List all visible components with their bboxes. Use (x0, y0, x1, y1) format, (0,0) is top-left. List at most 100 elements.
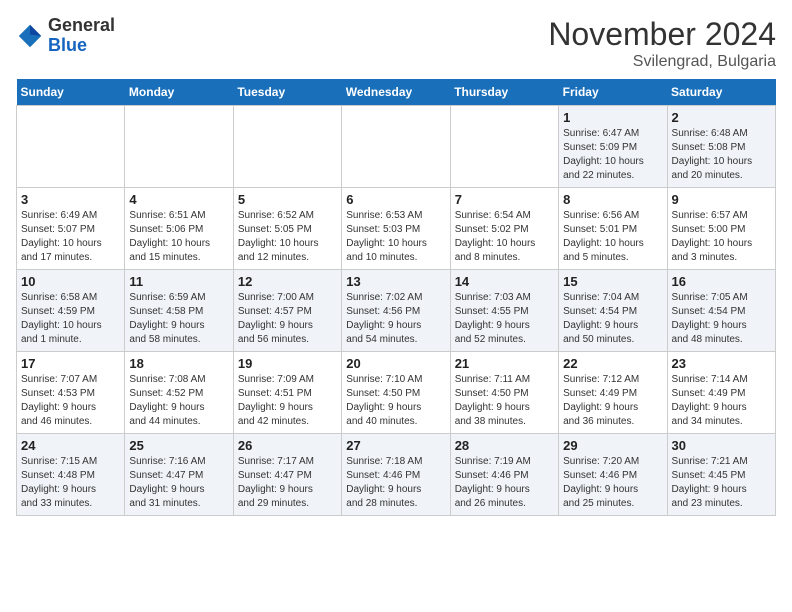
calendar-cell: 20Sunrise: 7:10 AM Sunset: 4:50 PM Dayli… (342, 352, 450, 434)
day-number: 20 (346, 356, 445, 371)
day-info: Sunrise: 7:05 AM Sunset: 4:54 PM Dayligh… (672, 291, 771, 347)
calendar-cell (342, 106, 450, 188)
calendar-cell (233, 106, 341, 188)
day-number: 23 (672, 356, 771, 371)
logo-text: General Blue (48, 16, 115, 56)
calendar-cell: 19Sunrise: 7:09 AM Sunset: 4:51 PM Dayli… (233, 352, 341, 434)
day-info: Sunrise: 6:54 AM Sunset: 5:02 PM Dayligh… (455, 209, 554, 265)
day-info: Sunrise: 7:21 AM Sunset: 4:45 PM Dayligh… (672, 455, 771, 511)
calendar-cell: 17 Sunrise: 7:07 AM Sunset: 4:53 PM Dayli… (17, 352, 125, 434)
calendar-cell: 4 Sunrise: 6:51 AM Sunset: 5:06 PM Daylig… (125, 188, 233, 270)
calendar-cell: 28 Sunrise: 7:19 AM Sunset: 4:46 PM Dayli… (450, 434, 558, 516)
calendar-week-1: 3 Sunrise: 6:49 AM Sunset: 5:07 PM Daylig… (17, 188, 776, 270)
day-info: Sunrise: 6:52 AM Sunset: 5:05 PM Dayligh… (238, 209, 337, 265)
calendar-cell: 29 Sunrise: 7:20 AM Sunset: 4:46 PM Dayli… (559, 434, 667, 516)
weekday-header-wednesday: Wednesday (342, 79, 450, 106)
day-number: 14 (455, 274, 554, 289)
day-number: 7 (455, 192, 554, 207)
day-number: 18 (129, 356, 228, 371)
calendar-cell: 30 Sunrise: 7:21 AM Sunset: 4:45 PM Dayli… (667, 434, 775, 516)
calendar-cell: 24 Sunrise: 7:15 AM Sunset: 4:48 PM Dayli… (17, 434, 125, 516)
calendar-cell: 7 Sunrise: 6:54 AM Sunset: 5:02 PM Daylig… (450, 188, 558, 270)
day-info: Sunrise: 7:00 AM Sunset: 4:57 PM Dayligh… (238, 291, 337, 347)
day-number: 8 (563, 192, 662, 207)
calendar-week-0: 1Sunrise: 6:47 AM Sunset: 5:09 PM Daylig… (17, 106, 776, 188)
day-number: 28 (455, 438, 554, 453)
day-info: Sunrise: 6:48 AM Sunset: 5:08 PM Dayligh… (672, 127, 771, 183)
calendar-cell: 16Sunrise: 7:05 AM Sunset: 4:54 PM Dayli… (667, 270, 775, 352)
calendar-cell: 1Sunrise: 6:47 AM Sunset: 5:09 PM Daylig… (559, 106, 667, 188)
day-info: Sunrise: 7:19 AM Sunset: 4:46 PM Dayligh… (455, 455, 554, 511)
day-number: 27 (346, 438, 445, 453)
calendar-cell: 15Sunrise: 7:04 AM Sunset: 4:54 PM Dayli… (559, 270, 667, 352)
calendar-week-3: 17 Sunrise: 7:07 AM Sunset: 4:53 PM Dayli… (17, 352, 776, 434)
logo-blue: Blue (48, 36, 115, 56)
day-info: Sunrise: 6:58 AM Sunset: 4:59 PM Dayligh… (21, 291, 120, 347)
calendar-body: 1Sunrise: 6:47 AM Sunset: 5:09 PM Daylig… (17, 106, 776, 516)
day-number: 3 (21, 192, 120, 207)
day-number: 26 (238, 438, 337, 453)
calendar-header: SundayMondayTuesdayWednesdayThursdayFrid… (17, 79, 776, 106)
calendar-cell: 2 Sunrise: 6:48 AM Sunset: 5:08 PM Daylig… (667, 106, 775, 188)
calendar-cell: 6Sunrise: 6:53 AM Sunset: 5:03 PM Daylig… (342, 188, 450, 270)
calendar-cell: 3 Sunrise: 6:49 AM Sunset: 5:07 PM Daylig… (17, 188, 125, 270)
day-number: 11 (129, 274, 228, 289)
weekday-header-tuesday: Tuesday (233, 79, 341, 106)
day-info: Sunrise: 6:57 AM Sunset: 5:00 PM Dayligh… (672, 209, 771, 265)
day-number: 10 (21, 274, 120, 289)
logo-icon (16, 22, 44, 50)
calendar-cell (450, 106, 558, 188)
day-info: Sunrise: 7:18 AM Sunset: 4:46 PM Dayligh… (346, 455, 445, 511)
calendar-table: SundayMondayTuesdayWednesdayThursdayFrid… (16, 79, 776, 516)
day-number: 25 (129, 438, 228, 453)
calendar-cell: 25 Sunrise: 7:16 AM Sunset: 4:47 PM Dayli… (125, 434, 233, 516)
calendar-cell (17, 106, 125, 188)
day-number: 5 (238, 192, 337, 207)
weekday-header-row: SundayMondayTuesdayWednesdayThursdayFrid… (17, 79, 776, 106)
day-info: Sunrise: 6:49 AM Sunset: 5:07 PM Dayligh… (21, 209, 120, 265)
calendar-cell: 12Sunrise: 7:00 AM Sunset: 4:57 PM Dayli… (233, 270, 341, 352)
day-info: Sunrise: 7:09 AM Sunset: 4:51 PM Dayligh… (238, 373, 337, 429)
day-info: Sunrise: 6:51 AM Sunset: 5:06 PM Dayligh… (129, 209, 228, 265)
day-number: 29 (563, 438, 662, 453)
location-subtitle: Svilengrad, Bulgaria (548, 53, 776, 71)
day-number: 4 (129, 192, 228, 207)
day-info: Sunrise: 7:03 AM Sunset: 4:55 PM Dayligh… (455, 291, 554, 347)
weekday-header-thursday: Thursday (450, 79, 558, 106)
weekday-header-friday: Friday (559, 79, 667, 106)
day-number: 13 (346, 274, 445, 289)
day-number: 1 (563, 110, 662, 125)
calendar-cell: 27 Sunrise: 7:18 AM Sunset: 4:46 PM Dayli… (342, 434, 450, 516)
day-info: Sunrise: 7:11 AM Sunset: 4:50 PM Dayligh… (455, 373, 554, 429)
calendar-cell: 18Sunrise: 7:08 AM Sunset: 4:52 PM Dayli… (125, 352, 233, 434)
logo-general: General (48, 16, 115, 36)
day-number: 2 (672, 110, 771, 125)
calendar-cell: 5 Sunrise: 6:52 AM Sunset: 5:05 PM Daylig… (233, 188, 341, 270)
day-info: Sunrise: 6:56 AM Sunset: 5:01 PM Dayligh… (563, 209, 662, 265)
day-info: Sunrise: 7:07 AM Sunset: 4:53 PM Dayligh… (21, 373, 120, 429)
day-number: 30 (672, 438, 771, 453)
calendar-week-4: 24 Sunrise: 7:15 AM Sunset: 4:48 PM Dayli… (17, 434, 776, 516)
calendar-cell: 23Sunrise: 7:14 AM Sunset: 4:49 PM Dayli… (667, 352, 775, 434)
day-info: Sunrise: 7:16 AM Sunset: 4:47 PM Dayligh… (129, 455, 228, 511)
day-number: 15 (563, 274, 662, 289)
calendar-cell: 21Sunrise: 7:11 AM Sunset: 4:50 PM Dayli… (450, 352, 558, 434)
calendar-cell: 14 Sunrise: 7:03 AM Sunset: 4:55 PM Dayli… (450, 270, 558, 352)
day-info: Sunrise: 6:59 AM Sunset: 4:58 PM Dayligh… (129, 291, 228, 347)
day-number: 24 (21, 438, 120, 453)
calendar-week-2: 10 Sunrise: 6:58 AM Sunset: 4:59 PM Dayli… (17, 270, 776, 352)
weekday-header-sunday: Sunday (17, 79, 125, 106)
calendar-cell: 9Sunrise: 6:57 AM Sunset: 5:00 PM Daylig… (667, 188, 775, 270)
day-info: Sunrise: 7:12 AM Sunset: 4:49 PM Dayligh… (563, 373, 662, 429)
day-number: 17 (21, 356, 120, 371)
day-info: Sunrise: 7:15 AM Sunset: 4:48 PM Dayligh… (21, 455, 120, 511)
day-info: Sunrise: 7:20 AM Sunset: 4:46 PM Dayligh… (563, 455, 662, 511)
logo: General Blue (16, 16, 115, 56)
day-info: Sunrise: 7:02 AM Sunset: 4:56 PM Dayligh… (346, 291, 445, 347)
day-number: 22 (563, 356, 662, 371)
calendar-cell: 10 Sunrise: 6:58 AM Sunset: 4:59 PM Dayli… (17, 270, 125, 352)
calendar-cell: 22 Sunrise: 7:12 AM Sunset: 4:49 PM Dayli… (559, 352, 667, 434)
title-area: November 2024 Svilengrad, Bulgaria (548, 16, 776, 71)
day-info: Sunrise: 6:53 AM Sunset: 5:03 PM Dayligh… (346, 209, 445, 265)
calendar-cell: 13 Sunrise: 7:02 AM Sunset: 4:56 PM Dayli… (342, 270, 450, 352)
